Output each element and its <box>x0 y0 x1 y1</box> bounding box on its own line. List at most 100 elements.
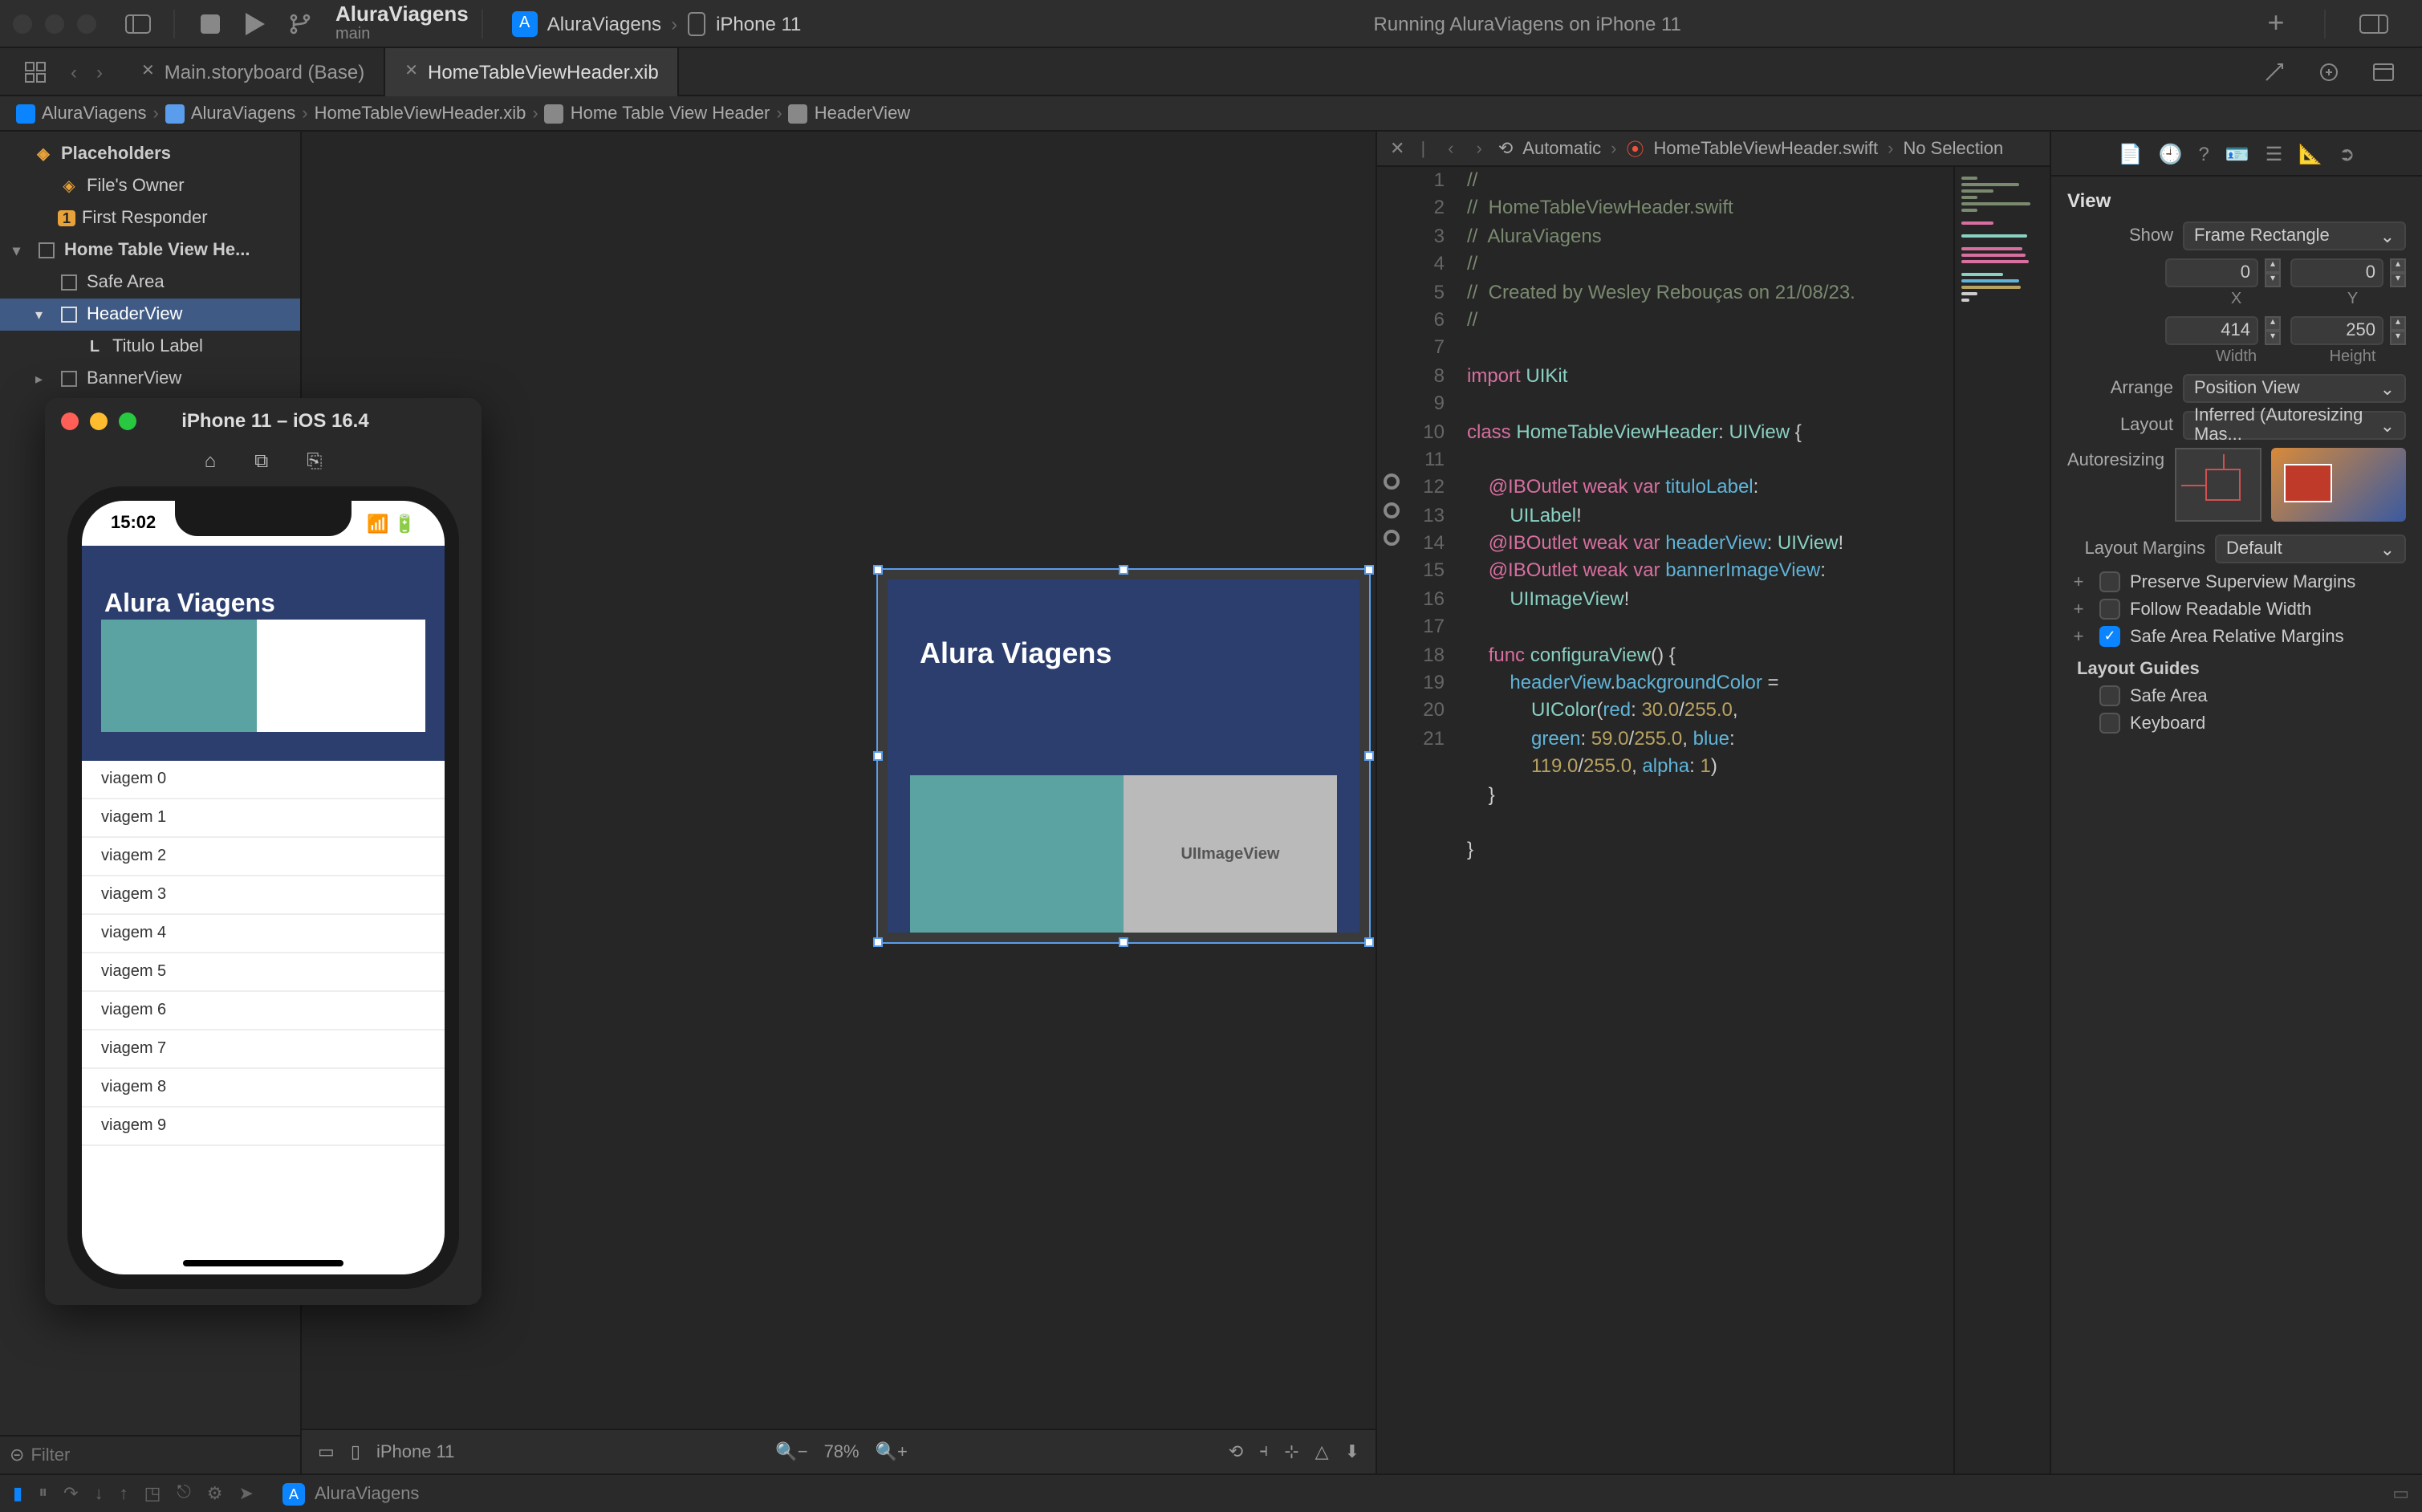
jumpbar-selection[interactable]: No Selection <box>1903 139 2003 158</box>
resize-handle[interactable] <box>1364 751 1374 761</box>
console-toggle-icon[interactable]: ▭ <box>2392 1483 2409 1504</box>
back-icon[interactable]: ‹ <box>1441 139 1460 158</box>
add-tab-icon[interactable]: + <box>2260 7 2292 39</box>
resize-handle[interactable] <box>1364 937 1374 947</box>
close-window-icon[interactable] <box>13 14 32 33</box>
close-editor-icon[interactable]: ✕ <box>1390 138 1404 159</box>
outline-titulo-label[interactable]: L Titulo Label <box>0 331 300 363</box>
design-banner-view[interactable]: UIImageView <box>910 775 1337 933</box>
breakpoint-gutter[interactable] <box>1377 167 1406 1473</box>
arrange-select[interactable]: Position View⌄ <box>2183 374 2406 403</box>
bc-group[interactable]: AluraViagens <box>191 104 295 123</box>
outlet-connection-icon[interactable] <box>1384 530 1400 546</box>
related-items-icon[interactable] <box>19 55 51 87</box>
align-icon[interactable]: ⫞ <box>1259 1441 1268 1462</box>
step-over-icon[interactable]: ↷ <box>63 1483 78 1504</box>
debug-memory-icon[interactable]: ⎋ <box>177 1483 190 1504</box>
forward-icon[interactable]: › <box>90 60 109 83</box>
resize-handle[interactable] <box>1364 565 1374 575</box>
stepper[interactable]: ▴▾ <box>2390 258 2406 287</box>
add-icon[interactable]: + <box>2067 627 2090 646</box>
outline-first-responder[interactable]: 1 First Responder <box>0 202 300 234</box>
forward-icon[interactable]: › <box>1470 139 1489 158</box>
outline-placeholders[interactable]: ◈ Placeholders <box>0 138 300 170</box>
debug-toggle-icon[interactable]: ▮ <box>13 1483 22 1504</box>
design-root-view[interactable]: Alura Viagens UIImageView <box>876 568 1371 944</box>
zoom-window-icon[interactable] <box>77 14 96 33</box>
disclosure-icon[interactable]: ▾ <box>35 306 51 323</box>
close-tab-icon[interactable]: ✕ <box>141 63 155 80</box>
size-inspector-icon[interactable]: 📐 <box>2298 142 2322 165</box>
y-input[interactable] <box>2290 258 2383 287</box>
canvas-option-icon[interactable]: ⟲ <box>1229 1441 1243 1462</box>
follow-readable-checkbox[interactable] <box>2099 599 2120 620</box>
screenshot-icon[interactable]: ⧉ <box>254 449 268 474</box>
scheme-branch-icon[interactable] <box>284 7 316 39</box>
disclosure-icon[interactable]: ▸ <box>35 370 51 388</box>
device-selector[interactable]: iPhone 11 <box>376 1442 454 1461</box>
design-image-view[interactable]: UIImageView <box>1124 775 1337 933</box>
debug-view-icon[interactable]: ◳ <box>144 1483 161 1504</box>
resolve-icon[interactable]: △ <box>1315 1441 1329 1462</box>
preserve-superview-checkbox[interactable] <box>2099 571 2120 592</box>
bc-object[interactable]: Home Table View Header <box>571 104 770 123</box>
safe-area-relative-checkbox[interactable]: ✓ <box>2099 626 2120 647</box>
stepper[interactable]: ▴▾ <box>2390 316 2406 345</box>
minimize-window-icon[interactable] <box>45 14 64 33</box>
outlet-connection-icon[interactable] <box>1384 474 1400 490</box>
stepper[interactable]: ▴▾ <box>2265 258 2281 287</box>
design-title-label[interactable]: Alura Viagens <box>920 637 1111 671</box>
filter-input[interactable] <box>30 1445 291 1465</box>
close-tab-icon[interactable]: ✕ <box>404 63 418 80</box>
close-window-icon[interactable] <box>61 412 79 429</box>
jumpbar-file[interactable]: HomeTableViewHeader.swift <box>1653 139 1878 158</box>
help-inspector-icon[interactable]: ? <box>2198 142 2209 165</box>
table-row[interactable]: viagem 6 <box>82 992 445 1030</box>
design-banner-left[interactable] <box>910 775 1124 933</box>
step-out-icon[interactable]: ↑ <box>120 1484 128 1503</box>
table-view[interactable]: viagem 0viagem 1viagem 2viagem 3viagem 4… <box>82 761 445 1146</box>
show-select[interactable]: Frame Rectangle⌄ <box>2183 222 2406 250</box>
safe-area-guide-checkbox[interactable] <box>2099 685 2120 706</box>
home-icon[interactable]: ⌂ <box>205 449 217 474</box>
tab-storyboard[interactable]: ✕ Main.storyboard (Base) <box>122 47 385 96</box>
debug-target[interactable]: AluraViagens <box>315 1484 419 1503</box>
x-input[interactable] <box>2165 258 2258 287</box>
resize-handle[interactable] <box>1119 565 1128 575</box>
table-row[interactable]: viagem 7 <box>82 1030 445 1069</box>
resize-handle[interactable] <box>873 751 883 761</box>
add-icon[interactable]: + <box>2067 572 2090 591</box>
adjust-editor-icon[interactable] <box>2313 55 2345 87</box>
identity-inspector-icon[interactable]: 🪪 <box>2225 142 2249 165</box>
attributes-inspector-icon[interactable]: ☰ <box>2266 142 2283 165</box>
step-into-icon[interactable]: ↓ <box>95 1484 104 1503</box>
table-row[interactable]: viagem 2 <box>82 838 445 876</box>
height-input[interactable] <box>2290 316 2383 345</box>
add-editor-icon[interactable] <box>2367 55 2400 87</box>
bc-subobject[interactable]: HeaderView <box>815 104 910 123</box>
outline-header-view[interactable]: ▾ HeaderView <box>0 299 300 331</box>
table-row[interactable]: viagem 5 <box>82 953 445 992</box>
table-row[interactable]: viagem 1 <box>82 799 445 838</box>
margins-select[interactable]: Default⌄ <box>2215 534 2406 563</box>
outline-safe-area[interactable]: Safe Area <box>0 266 300 299</box>
bc-file[interactable]: HomeTableViewHeader.xib <box>315 104 526 123</box>
view-as-icon[interactable]: ▭ <box>318 1441 335 1462</box>
device-screen[interactable]: 15:02 📶 🔋 Alura Viagens viagem 0viagem 1… <box>82 501 445 1274</box>
embed-icon[interactable]: ⬇ <box>1345 1441 1359 1462</box>
debug-location-icon[interactable]: ➤ <box>239 1483 254 1504</box>
run-icon[interactable] <box>239 7 271 39</box>
add-icon[interactable]: + <box>2067 600 2090 619</box>
minimap[interactable] <box>1953 167 2050 1473</box>
design-header-view[interactable]: Alura Viagens UIImageView <box>888 579 1359 933</box>
code-content[interactable]: // // HomeTableViewHeader.swift // Alura… <box>1454 167 1953 1473</box>
autoresizing-control[interactable] <box>2174 448 2262 522</box>
library-icon[interactable] <box>2358 7 2390 39</box>
editor-options-icon[interactable] <box>2258 55 2290 87</box>
resize-handle[interactable] <box>873 565 883 575</box>
zoom-level[interactable]: 78% <box>824 1442 859 1461</box>
table-row[interactable]: viagem 4 <box>82 915 445 953</box>
layout-select[interactable]: Inferred (Autoresizing Mas...⌄ <box>2183 411 2406 440</box>
resize-handle[interactable] <box>873 937 883 947</box>
stop-icon[interactable] <box>194 7 226 39</box>
